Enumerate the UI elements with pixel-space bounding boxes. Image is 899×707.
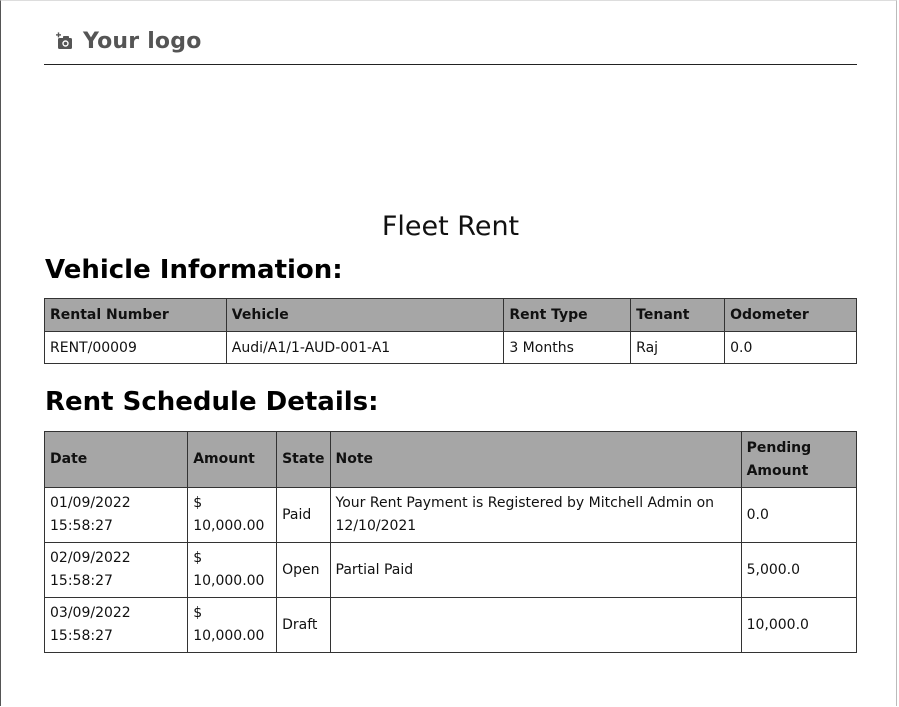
rental-number-cell: RENT/00009 xyxy=(44,331,227,364)
table-row: 03/09/2022 15:58:27 $ 10,000.00 Draft 10… xyxy=(43,597,858,653)
amount-cell: $ 10,000.00 xyxy=(187,487,278,543)
rent-schedule-table: Date Amount State Note Pending Amount 01… xyxy=(43,431,858,653)
column-header-vehicle: Vehicle xyxy=(225,298,505,332)
date-cell: 01/09/2022 15:58:27 xyxy=(43,487,189,543)
column-header-rental-number: Rental Number xyxy=(44,298,227,332)
column-header-odometer: Odometer xyxy=(724,298,857,332)
amount-cell: $ 10,000.00 xyxy=(187,597,278,653)
column-header-state: State xyxy=(276,431,331,488)
vehicle-info-table: Rental Number Vehicle Rent Type Tenant O… xyxy=(44,298,857,364)
table-row: 02/09/2022 15:58:27 $ 10,000.00 Open Par… xyxy=(43,542,858,598)
table-row: 01/09/2022 15:58:27 $ 10,000.00 Paid You… xyxy=(43,487,858,543)
column-header-note: Note xyxy=(329,431,742,488)
column-header-pending-amount: Pending Amount xyxy=(740,431,858,488)
camera-icon xyxy=(55,31,75,52)
document-title: Fleet Rent xyxy=(381,211,520,242)
table-header-row: Rental Number Vehicle Rent Type Tenant O… xyxy=(44,298,857,332)
company-logo: Your logo xyxy=(55,29,202,54)
column-header-rent-type: Rent Type xyxy=(503,298,632,332)
odometer-cell: 0.0 xyxy=(724,331,857,364)
amount-cell: $ 10,000.00 xyxy=(187,542,278,598)
note-cell: Partial Paid xyxy=(329,542,742,598)
state-cell: Paid xyxy=(276,487,331,543)
rent-type-cell: 3 Months xyxy=(503,331,632,364)
state-cell: Draft xyxy=(276,597,331,653)
tenant-cell: Raj xyxy=(630,331,726,364)
pending-amount-cell: 10,000.0 xyxy=(740,597,858,653)
column-header-amount: Amount xyxy=(187,431,278,488)
vehicle-info-heading: Vehicle Information: xyxy=(45,255,343,285)
note-cell: Your Rent Payment is Registered by Mitch… xyxy=(329,487,742,543)
table-row: RENT/00009 Audi/A1/1-AUD-001-A1 3 Months… xyxy=(44,331,857,364)
state-cell: Open xyxy=(276,542,331,598)
column-header-date: Date xyxy=(43,431,189,488)
pending-amount-cell: 5,000.0 xyxy=(740,542,858,598)
header-divider xyxy=(44,64,857,65)
note-cell xyxy=(329,597,742,653)
rent-schedule-heading: Rent Schedule Details: xyxy=(45,387,379,417)
report-page: Your logo Fleet Rent Vehicle Information… xyxy=(0,0,897,706)
vehicle-cell: Audi/A1/1-AUD-001-A1 xyxy=(225,331,505,364)
table-header-row: Date Amount State Note Pending Amount xyxy=(43,431,858,488)
logo-text: Your logo xyxy=(83,29,202,54)
pending-amount-cell: 0.0 xyxy=(740,487,858,543)
date-cell: 02/09/2022 15:58:27 xyxy=(43,542,189,598)
column-header-tenant: Tenant xyxy=(630,298,726,332)
date-cell: 03/09/2022 15:58:27 xyxy=(43,597,189,653)
